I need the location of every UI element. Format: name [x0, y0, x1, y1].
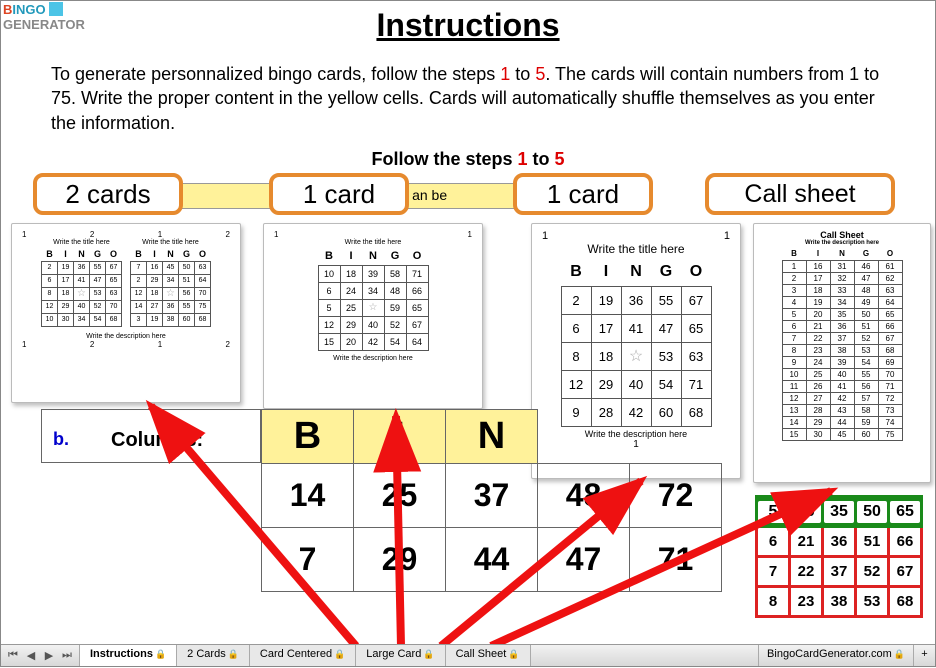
mini-card-right: BINGO 7164550632293451641218☆56701427365…	[130, 248, 211, 327]
lock-icon: 🔒	[228, 649, 239, 659]
tab-2-cards[interactable]: 2 Cards🔒	[177, 645, 250, 666]
nav-first-icon[interactable]: ⏮	[5, 649, 21, 662]
step-b-label: b.	[53, 429, 69, 450]
tab-card-centered[interactable]: Card Centered🔒	[250, 645, 356, 666]
main-bingo-grid: BIN 1425374872729444771	[261, 409, 722, 592]
tab-large-card[interactable]: Large Card🔒	[356, 645, 445, 666]
pill-1-card-b: 1 card	[513, 173, 653, 215]
mini-card-left: BINGO 219365567617414765818☆536312294052…	[41, 248, 122, 327]
intro-text: To generate personnalized bingo cards, f…	[1, 44, 935, 139]
thumb-call-sheet: Call Sheet Write the description here BI…	[753, 223, 931, 483]
add-sheet-button[interactable]: +	[913, 645, 935, 666]
columns-label: Columns:	[111, 429, 203, 452]
tab-instructions[interactable]: Instructions🔒	[80, 645, 177, 666]
tab-url[interactable]: BingoCardGenerator.com🔒	[758, 645, 913, 666]
tab-call-sheet[interactable]: Call Sheet🔒	[446, 645, 531, 666]
follow-steps: Follow the steps 1 to 5	[1, 149, 935, 170]
lock-icon: 🔒	[423, 649, 434, 659]
thumb-2-cards: 1212 Write the title here BINGO 21936556…	[11, 223, 241, 403]
chip-icon	[49, 2, 63, 16]
nav-prev-icon[interactable]: ◀	[23, 649, 39, 662]
tab-nav: ⏮ ◀ ▶ ⏭	[1, 645, 80, 666]
pill-1-card-a: 1 card	[269, 173, 409, 215]
nav-last-icon[interactable]: ⏭	[59, 649, 75, 662]
lock-icon: 🔒	[155, 649, 166, 659]
pill-2-cards: 2 cards	[33, 173, 183, 215]
call-sheet-table: BINGO 1163146612173247623183348634193449…	[782, 248, 903, 441]
mini-card-single: BINGO 1018395871624344866525☆59651229405…	[318, 248, 429, 351]
pill-call-sheet: Call sheet	[705, 173, 895, 215]
lock-icon: 🔒	[334, 649, 345, 659]
large-card: BINGO 219365567617414765818☆536312294054…	[561, 258, 712, 427]
logo: BINGO GENERATOR	[3, 3, 85, 31]
lock-icon: 🔒	[508, 649, 519, 659]
lock-icon: 🔒	[894, 649, 905, 659]
page-title: Instructions	[1, 1, 935, 44]
nav-next-icon[interactable]: ▶	[41, 649, 57, 662]
sheet-tab-bar: ⏮ ◀ ▶ ⏭ Instructions🔒 2 Cards🔒 Card Cent…	[1, 644, 935, 666]
side-bingo-card: 520355065 621365166722375267823385368	[755, 495, 923, 618]
thumb-1-card: 11 Write the title here BINGO 1018395871…	[263, 223, 483, 409]
